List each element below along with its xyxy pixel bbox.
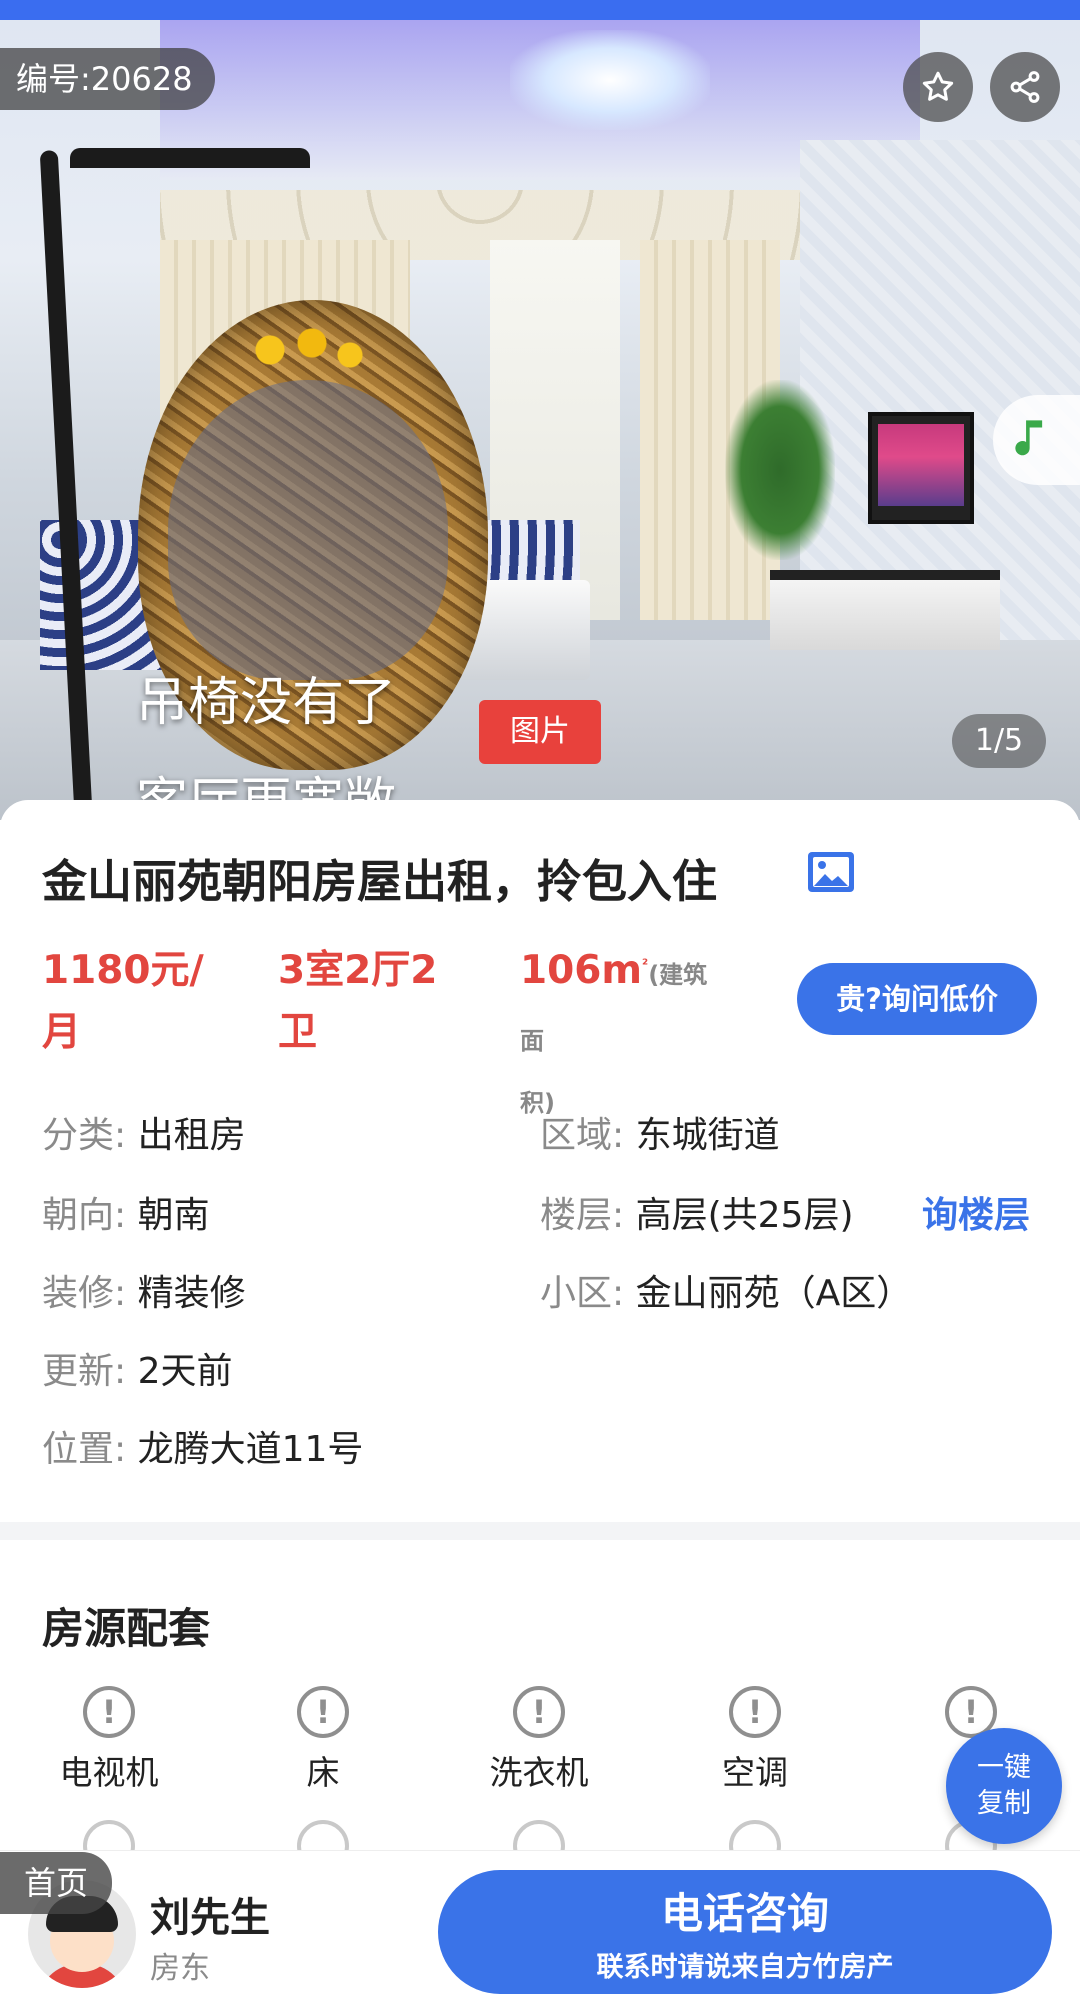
photo-caption-line1: 吊椅没有了	[136, 673, 397, 733]
section-divider	[0, 1522, 1080, 1540]
photo-counter: 1/5	[952, 714, 1046, 768]
home-tab[interactable]: 首页	[0, 1852, 112, 1914]
top-status-strip	[0, 0, 1080, 22]
listing-id-badge: 编号:20628	[0, 48, 215, 110]
chandelier	[510, 30, 710, 130]
ask-lower-price-button[interactable]: 贵?询问低价	[797, 963, 1037, 1035]
ask-floor-link[interactable]: 询楼层	[922, 1186, 1030, 1238]
rent-price: 1180元/ 月	[42, 948, 204, 1055]
exclamation-circle-icon: !	[729, 1686, 781, 1738]
detail-category: 分类: 出租房	[42, 1115, 246, 1156]
amenity-item: ! 床	[243, 1686, 403, 1794]
tv-cabinet	[770, 570, 1000, 650]
detail-updated: 更新: 2天前	[42, 1351, 233, 1392]
amenities-title: 房源配套	[42, 1604, 211, 1653]
detail-community: 小区: 金山丽苑（A区）	[540, 1273, 913, 1314]
detail-floor: 楼层: 高层(共25层)	[540, 1195, 854, 1236]
amenity-item: ! 空调	[675, 1686, 835, 1794]
one-click-copy-button[interactable]: 一键 复制	[946, 1728, 1062, 1844]
exclamation-circle-icon: !	[513, 1686, 565, 1738]
music-note-icon	[1015, 420, 1043, 456]
detail-region: 区域: 东城街道	[540, 1115, 780, 1156]
image-icon[interactable]	[806, 850, 856, 894]
phone-consult-button[interactable]: 电话咨询 联系时请说来自方竹房产	[438, 1870, 1052, 1994]
photo-tab[interactable]: 图片	[479, 700, 601, 764]
share-icon	[1010, 71, 1040, 103]
favorite-button[interactable]	[903, 52, 973, 122]
music-button[interactable]	[993, 395, 1080, 485]
exclamation-circle-icon: !	[297, 1686, 349, 1738]
landlord-role: 房东	[150, 1951, 210, 1986]
amenity-item: ! 电视机	[29, 1686, 189, 1794]
listing-title: 金山丽苑朝阳房屋出租，拎包入住	[42, 855, 718, 908]
amenity-item: ! 洗衣机	[459, 1686, 619, 1794]
detail-location: 位置: 龙腾大道11号	[42, 1429, 364, 1470]
room-layout: 3室2厅2 卫	[278, 948, 438, 1055]
detail-orientation: 朝向: 朝南	[42, 1195, 210, 1236]
star-icon	[922, 71, 954, 101]
exclamation-circle-icon: !	[83, 1686, 135, 1738]
share-button[interactable]	[990, 52, 1060, 122]
detail-decoration: 装修: 精装修	[42, 1273, 246, 1314]
potted-plant	[725, 380, 835, 560]
floor-area: 106m²(建筑面 积)	[520, 948, 708, 1117]
television	[868, 412, 974, 524]
landlord-name: 刘先生	[150, 1895, 270, 1941]
